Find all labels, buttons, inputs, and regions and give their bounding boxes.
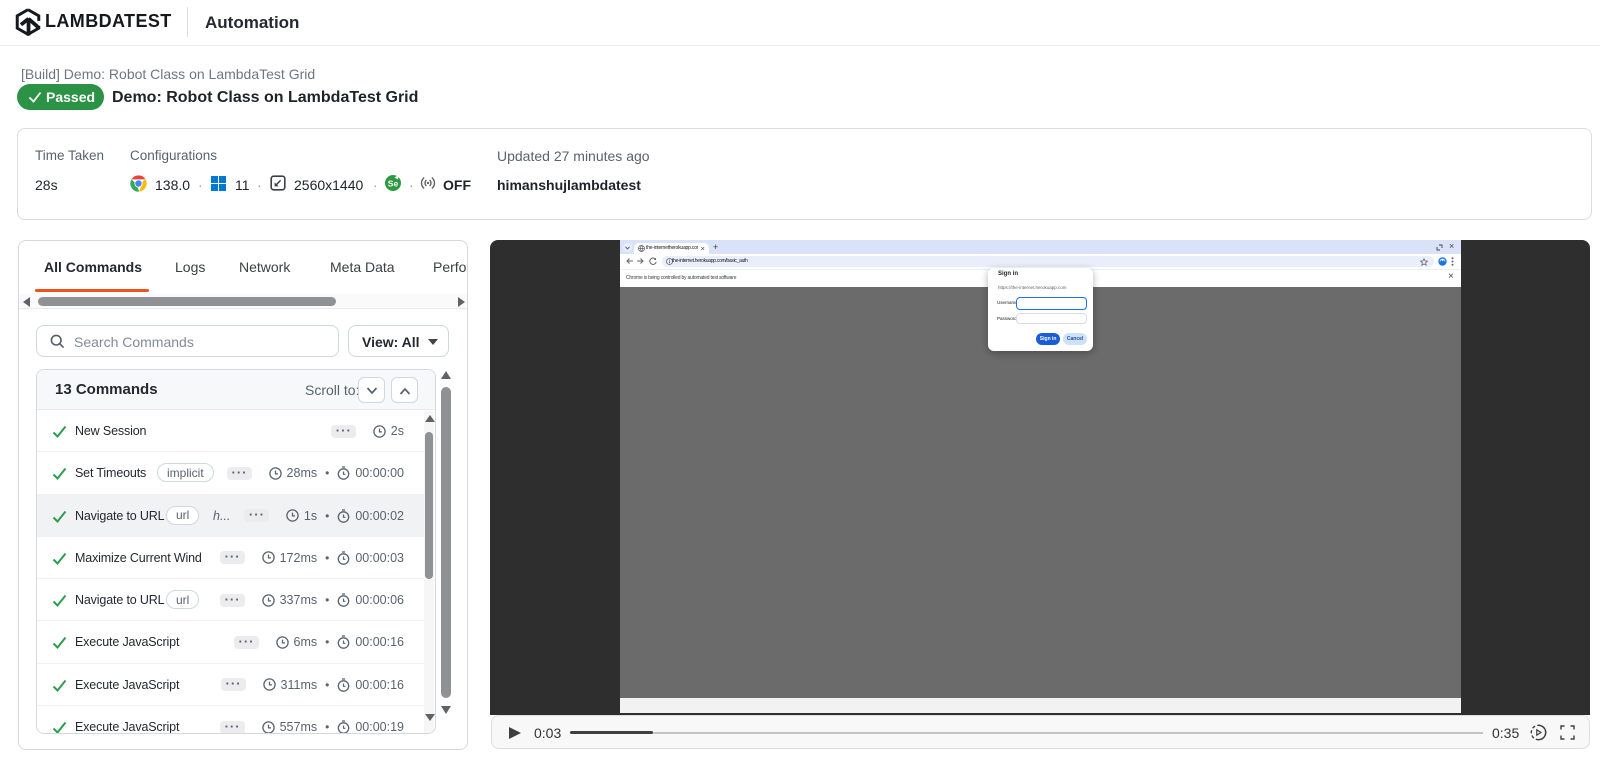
svg-text:Se: Se	[388, 178, 399, 188]
